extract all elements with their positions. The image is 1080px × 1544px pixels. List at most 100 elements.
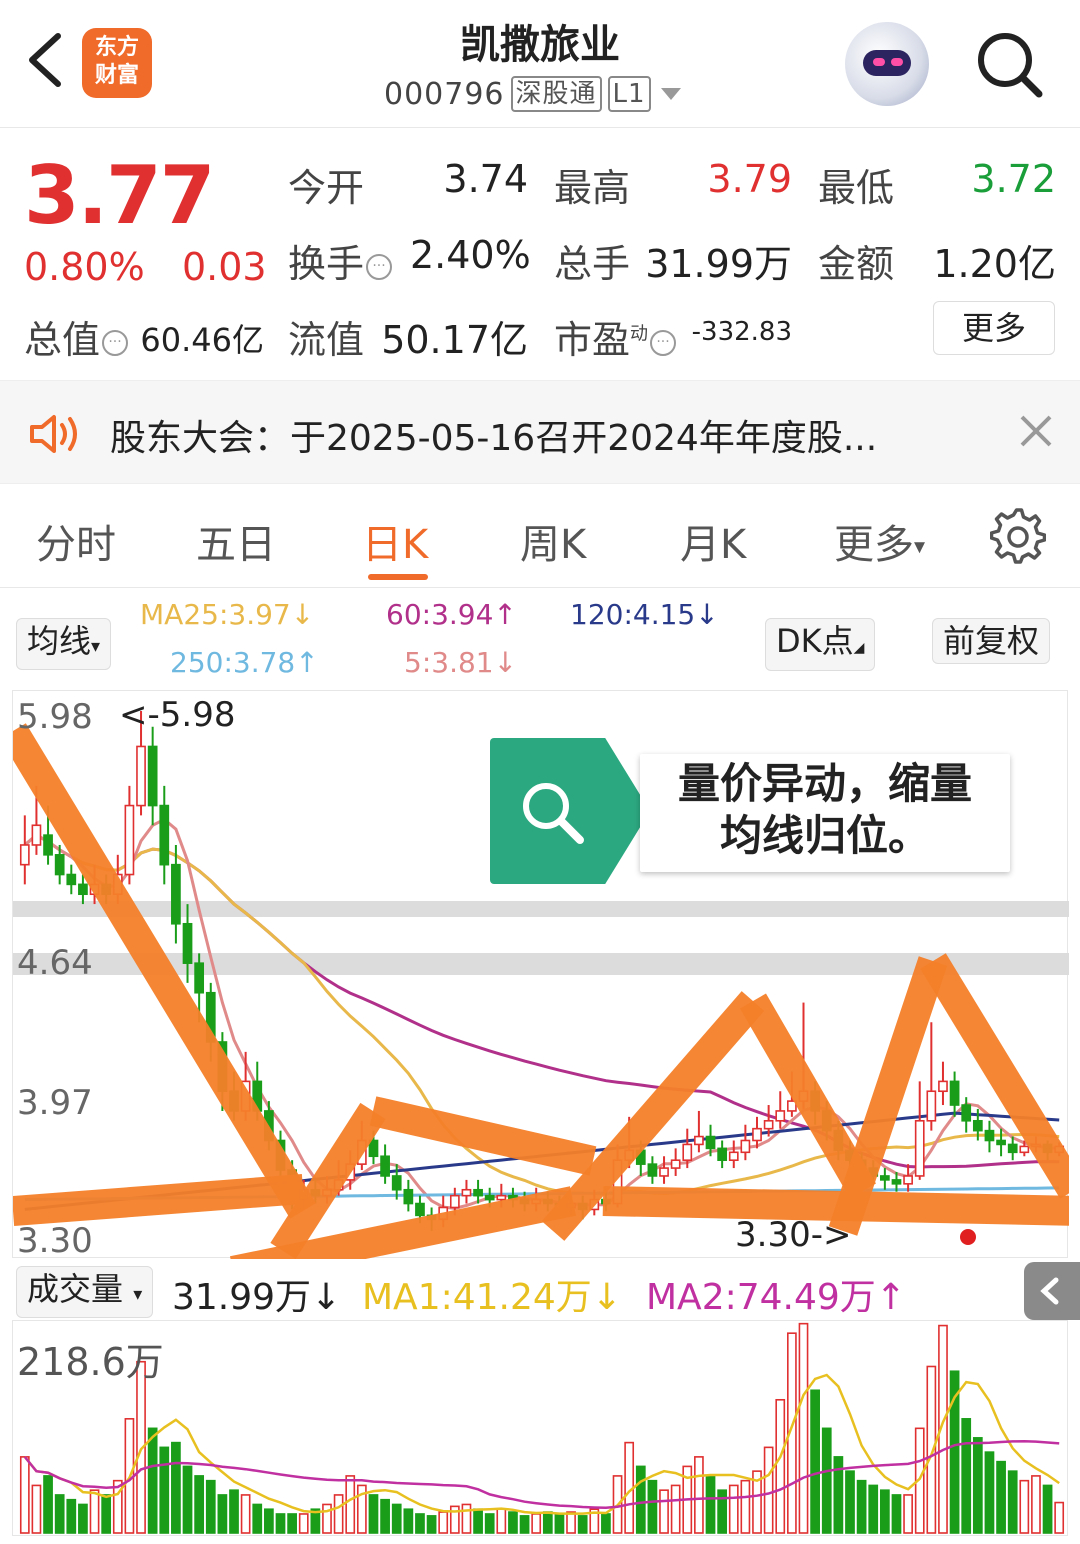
last-price: 3.77 xyxy=(24,149,215,242)
volume-bar xyxy=(972,1437,983,1534)
volume-bar xyxy=(961,1418,972,1534)
stock-code-row[interactable]: 000796 深股通 L1 xyxy=(384,76,681,112)
candle-body xyxy=(775,1110,786,1122)
info-icon[interactable]: ··· xyxy=(366,253,393,280)
volume-chart[interactable]: 218.6万 xyxy=(12,1320,1068,1536)
info-icon[interactable]: ··· xyxy=(650,329,677,356)
caret-down-icon: ▾ xyxy=(914,534,926,560)
open-label: 今开 xyxy=(288,166,365,210)
volume-bar xyxy=(438,1511,449,1534)
more-button[interactable]: 更多 xyxy=(933,301,1055,355)
volume-bar xyxy=(43,1475,53,1534)
dk-point-button[interactable]: DK点◢ xyxy=(765,618,876,671)
y-label-low: 3.30 xyxy=(17,1221,93,1261)
high-value: 3.79 xyxy=(707,157,792,201)
volume-bar xyxy=(821,1427,832,1534)
candle-body xyxy=(159,804,170,866)
signal-dot xyxy=(960,1229,976,1245)
volume-bar xyxy=(496,1508,507,1534)
info-icon[interactable]: ··· xyxy=(102,329,129,356)
pe-label: 市盈动 ··· xyxy=(554,309,678,364)
tab-more[interactable]: 更多▾ xyxy=(834,512,925,570)
volume-bar xyxy=(531,1513,542,1534)
candle-body xyxy=(147,745,158,807)
tab-daily-k[interactable]: 日K xyxy=(362,512,428,570)
ma-selector[interactable]: 均线▾ xyxy=(16,618,112,670)
caret-down-icon: ▾ xyxy=(133,1284,143,1305)
tab-intraday[interactable]: 分时 xyxy=(36,512,116,570)
volume-bar xyxy=(1042,1484,1053,1534)
candle-body xyxy=(171,863,181,925)
ai-callout[interactable]: 量价异动，缩量 均线归位。 xyxy=(490,738,1010,884)
change-amount: 0.03 xyxy=(182,245,267,289)
volume-bar xyxy=(717,1489,728,1534)
volume-bar xyxy=(380,1498,390,1534)
candle-body xyxy=(31,824,42,846)
float-value: 50.17亿 xyxy=(381,318,528,362)
volume-bar xyxy=(845,1470,855,1534)
volume-bar xyxy=(426,1515,437,1534)
tab-monthly-k[interactable]: 月K xyxy=(680,512,746,570)
volume-bar xyxy=(647,1479,658,1534)
candle-body xyxy=(740,1139,751,1154)
assistant-robot-icon[interactable] xyxy=(845,22,929,106)
candle-body xyxy=(717,1147,728,1161)
y-label-ma: 3.97 xyxy=(17,1083,93,1123)
y-label-mid: 4.64 xyxy=(17,943,93,983)
ma60-value: 60:3.94↑ xyxy=(386,598,517,631)
callout-text: 量价异动，缩量 均线归位。 xyxy=(640,754,1010,872)
candle-body xyxy=(705,1135,716,1150)
volume-bar xyxy=(252,1503,263,1534)
robot-eye xyxy=(891,58,903,66)
adjust-button[interactable]: 前复权 xyxy=(932,618,1051,664)
volume-selector[interactable]: 成交量 ▾ xyxy=(16,1266,154,1318)
candle-body xyxy=(78,883,88,896)
volume-bar xyxy=(31,1484,42,1534)
candle-body xyxy=(449,1194,460,1209)
tab-five-day[interactable]: 五日 xyxy=(196,512,276,570)
active-tab-indicator xyxy=(368,574,428,580)
volume-bar xyxy=(542,1511,553,1534)
volume-bar xyxy=(601,1513,611,1534)
volume-max-label: 218.6万 xyxy=(17,1340,164,1384)
change-percent: 0.80% xyxy=(24,245,145,289)
turnover-label-text: 换手 xyxy=(288,242,365,286)
volume-selector-label: 成交量 xyxy=(27,1270,124,1308)
candle-body xyxy=(182,922,193,964)
corner-caret-icon: ◢ xyxy=(853,640,865,656)
close-icon[interactable] xyxy=(1014,409,1058,453)
volume-bar xyxy=(508,1511,518,1534)
volume-bar xyxy=(1019,1479,1030,1534)
collapse-panel-button[interactable] xyxy=(1024,1262,1080,1320)
volume-bar xyxy=(1054,1501,1065,1534)
volume-ma1: MA1:41.24万↓ xyxy=(362,1277,622,1318)
candle-body xyxy=(752,1127,762,1142)
candle-body xyxy=(484,1194,495,1201)
high-label: 最高 xyxy=(554,166,631,210)
robot-face xyxy=(863,50,911,76)
open-value: 3.74 xyxy=(443,157,528,201)
volume-bar xyxy=(473,1508,483,1534)
search-icon[interactable] xyxy=(975,30,1045,100)
candle-body xyxy=(391,1175,402,1191)
candle-body xyxy=(972,1119,983,1132)
volume-bar xyxy=(1031,1475,1041,1534)
volume-bar xyxy=(171,1441,181,1534)
tab-weekly-k[interactable]: 周K xyxy=(520,512,586,570)
volume-bar xyxy=(694,1456,704,1534)
volume-bar xyxy=(240,1494,251,1534)
volume-bar xyxy=(229,1489,239,1534)
candle-body xyxy=(984,1129,995,1142)
candle-body xyxy=(914,1119,925,1177)
volume-bar xyxy=(182,1465,193,1534)
volume-bar xyxy=(763,1446,774,1534)
candle-body xyxy=(403,1188,414,1205)
volume-bar xyxy=(205,1479,216,1534)
candle-body xyxy=(926,1090,937,1122)
candle-body xyxy=(659,1167,669,1177)
candle-body xyxy=(763,1119,774,1130)
ma5-value: 5:3.81↓ xyxy=(404,646,518,679)
volume-bar xyxy=(368,1494,379,1534)
notice-bar[interactable]: 股东大会：于2025-05-16召开2024年年度股... xyxy=(0,380,1080,484)
gear-icon[interactable] xyxy=(990,508,1046,564)
